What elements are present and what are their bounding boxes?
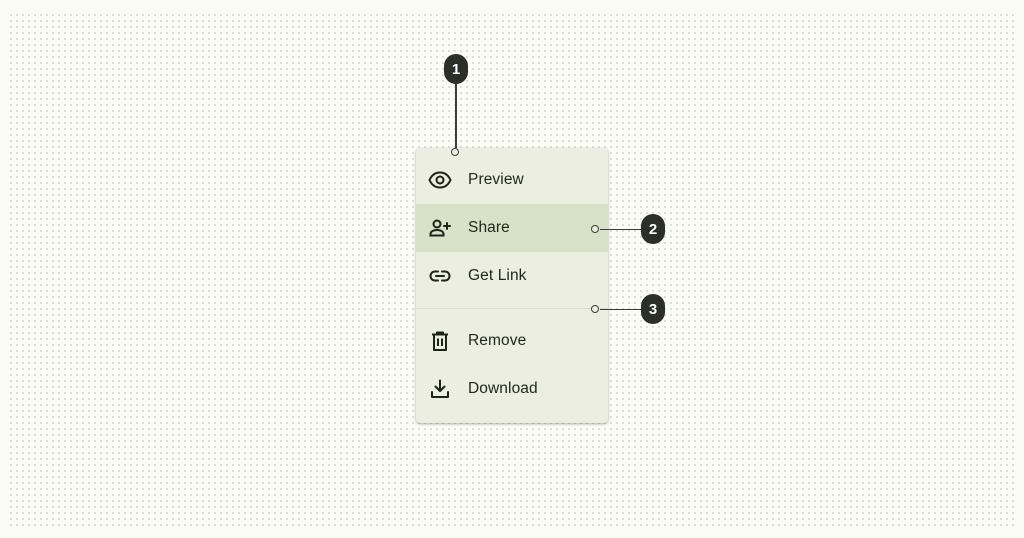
annotation-leader-line-2 xyxy=(600,228,642,230)
annotation-badge-1: 1 xyxy=(444,54,468,84)
menu-item-label: Download xyxy=(468,380,538,397)
annotation-badge-3: 3 xyxy=(641,294,665,324)
trash-icon xyxy=(428,329,452,353)
annotation-leader-line-3 xyxy=(600,308,642,310)
menu-item-preview[interactable]: Preview xyxy=(416,156,608,204)
link-icon xyxy=(428,264,452,288)
menu-item-remove[interactable]: Remove xyxy=(416,317,608,365)
annotation-anchor-3 xyxy=(591,304,599,313)
menu-item-label: Remove xyxy=(468,332,527,349)
person-add-icon xyxy=(428,216,452,240)
menu-item-download[interactable]: Download xyxy=(416,365,608,413)
menu-divider xyxy=(416,308,608,309)
menu-item-label: Share xyxy=(468,219,510,236)
context-menu: Preview Share Get Link Remove Download xyxy=(416,148,608,423)
eye-icon xyxy=(428,168,452,192)
menu-item-share[interactable]: Share xyxy=(416,204,608,252)
annotation-leader-line-1 xyxy=(455,82,457,148)
annotation-badge-2: 2 xyxy=(641,214,665,244)
annotation-anchor-1 xyxy=(451,148,459,156)
download-icon xyxy=(428,377,452,401)
annotation-anchor-2 xyxy=(591,224,599,233)
menu-item-label: Preview xyxy=(468,171,524,188)
menu-item-get-link[interactable]: Get Link xyxy=(416,252,608,300)
menu-item-label: Get Link xyxy=(468,267,527,284)
